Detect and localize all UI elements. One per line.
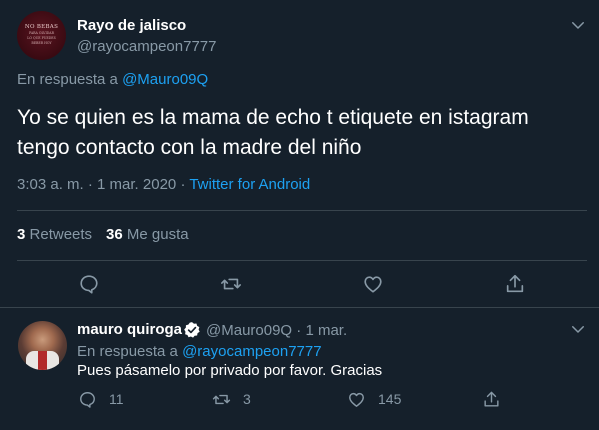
reply-count: 11 (109, 391, 124, 407)
author-display-name[interactable]: mauro quiroga (77, 321, 182, 338)
reply-context: En respuesta a @rayocampeon7777 (77, 343, 322, 360)
meta-separator: · (87, 176, 93, 193)
reply-mention-link[interactable]: @Mauro09Q (122, 71, 208, 88)
author-handle[interactable]: @Mauro09Q (206, 322, 292, 339)
retweet-icon (212, 394, 231, 404)
reply-prefix: En respuesta a (17, 71, 118, 88)
like-icon (349, 392, 364, 407)
share-icon (484, 391, 499, 407)
divider (17, 210, 587, 211)
like-icon[interactable] (362, 273, 384, 295)
tweet-date[interactable]: 1 mar. (305, 322, 347, 339)
meta-separator: · (296, 322, 302, 339)
tweet-time[interactable]: 3:03 a. m. (17, 176, 84, 193)
tweet-date[interactable]: 1 mar. 2020 (97, 176, 176, 193)
reply-icon[interactable] (78, 273, 100, 295)
reply-icon (80, 391, 95, 408)
avatar[interactable] (18, 321, 67, 370)
reply-tweet[interactable]: mauro quiroga @Mauro09Q · 1 mar. En resp… (0, 309, 599, 430)
tweet-stats: 3 Retweets 36 Me gusta (17, 226, 189, 243)
author-handle-and-date: @Mauro09Q · 1 mar. (206, 322, 347, 339)
reply-prefix: En respuesta a (77, 343, 178, 360)
tweet-text: Pues pásamelo por privado por favor. Gra… (77, 362, 383, 379)
retweet-icon[interactable] (220, 273, 242, 295)
avatar-logo-text: NO BEBAS PARA OLVIDAR LO QUE PUEDES BEBE… (24, 24, 59, 45)
tweet-text-line: tengo contacto con la madre del niño (17, 136, 362, 159)
like-count: 145 (378, 391, 402, 407)
reply-mention-link[interactable]: @rayocampeon7777 (182, 343, 321, 360)
divider (17, 260, 587, 261)
divider (0, 307, 599, 308)
retweet-button[interactable]: 3 (212, 389, 251, 409)
tweet-text: Yo se quien es la mama de echo t etiquet… (17, 103, 587, 163)
avatar[interactable]: NO BEBAS PARA OLVIDAR LO QUE PUEDES BEBE… (17, 11, 66, 60)
author-handle[interactable]: @rayocampeon7777 (77, 38, 216, 55)
tweet-source-link[interactable]: Twitter for Android (189, 176, 310, 193)
share-button[interactable] (482, 389, 501, 409)
meta-separator: · (180, 176, 186, 193)
share-icon[interactable] (504, 273, 526, 295)
like-button[interactable]: 145 (347, 389, 401, 409)
tweet-text-line: Yo se quien es la mama de echo t etiquet… (17, 106, 529, 129)
main-tweet: NO BEBAS PARA OLVIDAR LO QUE PUEDES BEBE… (0, 0, 599, 308)
likes-stat[interactable]: 36 Me gusta (106, 226, 189, 243)
reply-button[interactable]: 11 (78, 389, 124, 409)
reply-context: En respuesta a @Mauro09Q (17, 71, 208, 88)
chevron-down-icon[interactable] (569, 16, 587, 34)
verified-icon (184, 322, 200, 338)
retweet-count: 3 (243, 391, 251, 407)
retweets-stat[interactable]: 3 Retweets (17, 226, 92, 243)
chevron-down-icon[interactable] (569, 320, 587, 338)
author-display-name[interactable]: Rayo de jalisco (77, 17, 186, 34)
tweet-meta: 3:03 a. m. · 1 mar. 2020 · Twitter for A… (17, 176, 310, 193)
